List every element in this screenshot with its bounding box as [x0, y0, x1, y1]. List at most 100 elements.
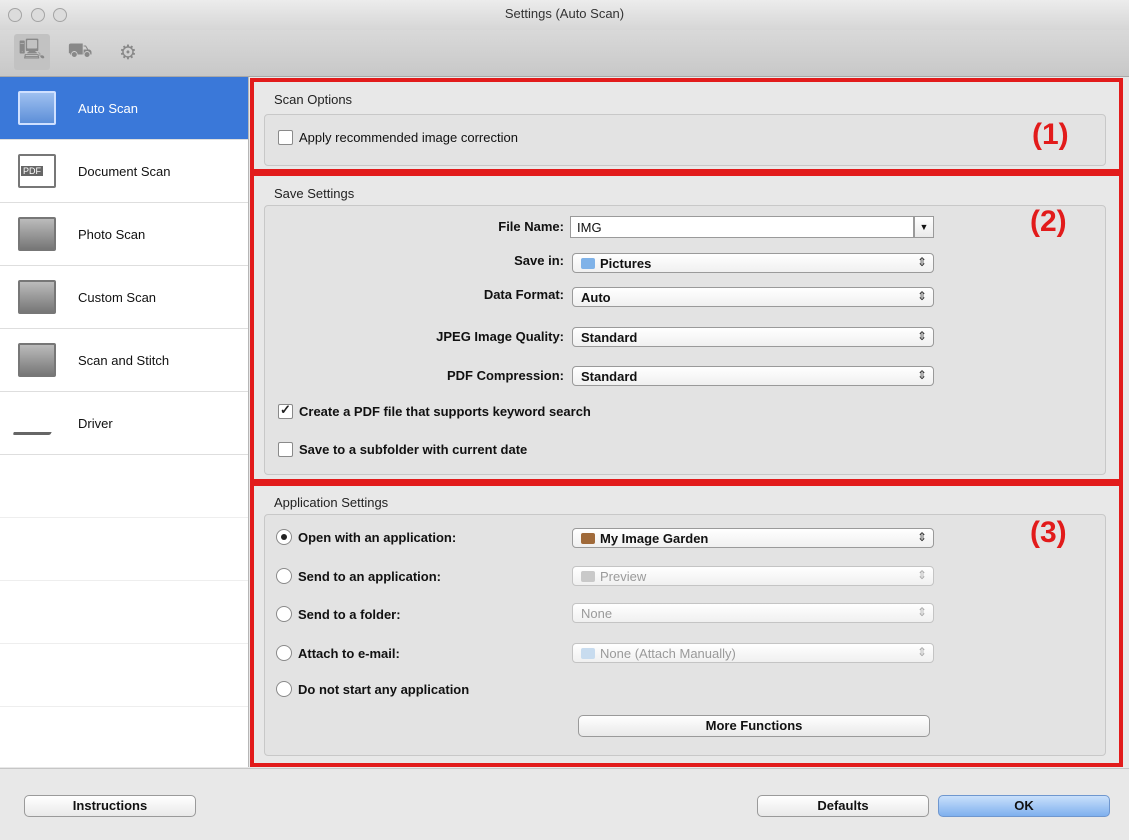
toolbar: 🖳 ⛟ ⚙ [0, 30, 1129, 77]
open-with-select[interactable]: My Image Garden ⇕ [572, 528, 934, 548]
jpeg-quality-select[interactable]: Standard ⇕ [572, 327, 934, 347]
keyword-pdf-checkbox[interactable]: Create a PDF file that supports keyword … [278, 402, 591, 419]
jpeg-quality-value: Standard [581, 329, 638, 345]
zoom-window-button[interactable] [53, 8, 68, 22]
sidebar-item-label: Auto Scan [78, 100, 138, 116]
data-format-value: Auto [581, 289, 611, 305]
no-app-radio[interactable]: Do not start any application [276, 681, 469, 697]
scan-from-panel-icon: ⛟ [67, 39, 93, 62]
scan-options-title: Scan Options [274, 92, 353, 107]
sidebar-item-label: Scan and Stitch [78, 352, 170, 368]
radio-circle[interactable] [276, 681, 292, 697]
save-in-label: Save in: [514, 253, 564, 268]
preview-app-icon [581, 570, 595, 582]
checkbox-box[interactable] [278, 130, 293, 145]
radio-circle[interactable] [276, 606, 292, 622]
scan-from-computer-icon: 🖳 [18, 39, 46, 61]
apply-correction-label: Apply recommended image correction [299, 130, 518, 145]
data-format-select[interactable]: Auto ⇕ [572, 287, 934, 307]
updown-arrows-icon: ⇕ [916, 530, 927, 544]
custom-scan-icon [18, 280, 56, 314]
sidebar-item-photo-scan[interactable]: Photo Scan [0, 203, 248, 266]
sidebar-item-driver[interactable]: Driver [0, 392, 248, 455]
file-name-dropdown-button[interactable]: ▼ [914, 216, 934, 238]
checkbox-box[interactable] [278, 402, 293, 419]
pdf-compression-value: Standard [581, 368, 638, 384]
general-settings-tab[interactable]: ⚙ [110, 34, 146, 70]
save-in-select[interactable]: Pictures ⇕ [572, 253, 934, 273]
open-with-value: My Image Garden [600, 530, 709, 546]
marker-2: (2) [1030, 205, 1067, 238]
send-to-app-radio[interactable]: Send to an application: [276, 568, 441, 584]
sidebar-item-label: Document Scan [78, 163, 171, 179]
sidebar: Auto Scan Document Scan Photo Scan Custo… [0, 77, 249, 767]
sidebar-item-custom-scan[interactable]: Custom Scan [0, 266, 248, 329]
sidebar-empty-row [0, 581, 248, 644]
folder-icon [581, 257, 595, 269]
attach-email-label: Attach to e-mail: [298, 645, 400, 661]
radio-circle[interactable] [276, 529, 292, 545]
file-name-input[interactable]: IMG [570, 216, 914, 238]
data-format-label: Data Format: [483, 287, 564, 302]
folder-icon [581, 647, 595, 659]
my-image-garden-icon [581, 532, 595, 544]
attach-email-radio[interactable]: Attach to e-mail: [276, 645, 400, 661]
updown-arrows-icon: ⇕ [916, 645, 927, 659]
document-scan-icon [18, 154, 56, 188]
updown-arrows-icon: ⇕ [916, 605, 927, 619]
auto-scan-icon [18, 91, 56, 125]
updown-arrows-icon: ⇕ [916, 255, 927, 269]
pdf-compression-select[interactable]: Standard ⇕ [572, 366, 934, 386]
apply-correction-checkbox[interactable]: Apply recommended image correction [278, 130, 518, 145]
general-settings-icon: ⚙ [119, 41, 137, 64]
send-to-app-label: Send to an application: [298, 568, 442, 584]
application-settings-title: Application Settings [274, 495, 389, 510]
sidebar-empty-row [0, 518, 248, 581]
no-app-label: Do not start any application [298, 681, 470, 697]
close-window-button[interactable] [8, 8, 22, 22]
settings-window: Settings (Auto Scan) 🖳 ⛟ ⚙ Auto Scan Doc… [0, 0, 1129, 840]
window-title: Settings (Auto Scan) [504, 6, 625, 21]
updown-arrows-icon: ⇕ [916, 568, 927, 582]
photo-scan-icon [18, 217, 56, 251]
sidebar-item-auto-scan[interactable]: Auto Scan [0, 77, 248, 140]
radio-circle[interactable] [276, 645, 292, 661]
window-controls [8, 8, 72, 25]
save-settings-title: Save Settings [274, 186, 355, 201]
attach-email-value: None (Attach Manually) [600, 645, 736, 661]
scan-from-panel-tab[interactable]: ⛟ [62, 34, 98, 70]
sidebar-item-label: Photo Scan [78, 226, 146, 242]
checkbox-box[interactable] [278, 442, 293, 457]
more-functions-button[interactable]: More Functions [578, 715, 930, 737]
title-bar: Settings (Auto Scan) [0, 0, 1129, 30]
marker-3: (3) [1030, 516, 1067, 549]
scan-and-stitch-icon [18, 343, 56, 377]
save-in-value: Pictures [600, 255, 652, 271]
open-with-radio[interactable]: Open with an application: [276, 529, 456, 545]
jpeg-quality-label: JPEG Image Quality: [436, 329, 564, 344]
sidebar-item-document-scan[interactable]: Document Scan [0, 140, 248, 203]
sidebar-item-label: Custom Scan [78, 289, 157, 305]
sidebar-empty-row [0, 644, 248, 707]
driver-icon [12, 411, 62, 435]
marker-1: (1) [1032, 118, 1069, 151]
updown-arrows-icon: ⇕ [916, 329, 927, 343]
send-to-folder-value: None [581, 605, 613, 621]
radio-circle[interactable] [276, 568, 292, 584]
subfolder-checkbox[interactable]: Save to a subfolder with current date [278, 442, 527, 457]
ok-button[interactable]: OK [938, 795, 1110, 817]
defaults-button[interactable]: Defaults [757, 795, 929, 817]
sidebar-empty-row [0, 455, 248, 518]
sidebar-item-label: Driver [78, 415, 113, 431]
instructions-button[interactable]: Instructions [24, 795, 196, 817]
minimize-window-button[interactable] [30, 8, 45, 22]
send-to-folder-select[interactable]: None ⇕ [572, 603, 934, 623]
sidebar-item-scan-and-stitch[interactable]: Scan and Stitch [0, 329, 248, 392]
attach-email-select[interactable]: None (Attach Manually) ⇕ [572, 643, 934, 663]
send-to-app-select[interactable]: Preview ⇕ [572, 566, 934, 586]
pdf-compression-label: PDF Compression: [446, 368, 564, 383]
subfolder-label: Save to a subfolder with current date [299, 442, 528, 457]
scan-from-computer-tab[interactable]: 🖳 [14, 34, 50, 70]
send-to-app-value: Preview [600, 568, 647, 584]
send-to-folder-radio[interactable]: Send to a folder: [276, 606, 401, 622]
